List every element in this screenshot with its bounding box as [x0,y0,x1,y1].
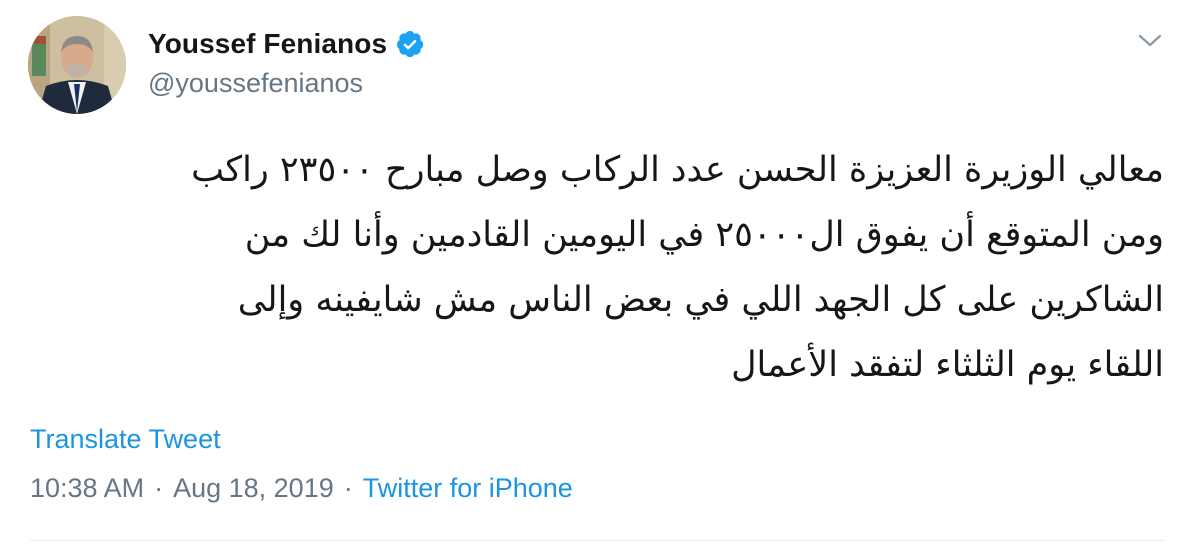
avatar-photo [28,16,126,114]
tweet-text-line: الشاكرين على كل الجهد اللي في بعض الناس … [237,280,1164,320]
divider [30,540,1164,541]
tweet-source-link[interactable]: Twitter for iPhone [363,473,573,504]
tweet-text-line: معالي الوزيرة العزيزة الحسن عدد الركاب و… [191,150,1164,190]
chevron-down-icon[interactable] [1134,28,1166,54]
tweet-metadata: 10:38 AM · Aug 18, 2019 · Twitter for iP… [30,473,573,504]
author-block: Youssef Fenianos @youssefenianos [148,26,425,99]
avatar[interactable] [28,16,126,114]
meta-separator: · [154,473,164,503]
display-name[interactable]: Youssef Fenianos [148,28,387,60]
tweet-card: Youssef Fenianos @youssefenianos معالي ا… [0,0,1204,546]
name-row: Youssef Fenianos [148,26,425,62]
meta-separator: · [343,473,353,503]
author-handle[interactable]: @youssefenianos [148,68,425,99]
tweet-text-line: اللقاء يوم الثلثاء لتفقد الأعمال [731,345,1164,385]
tweet-text: معالي الوزيرة العزيزة الحسن عدد الركاب و… [34,138,1164,398]
tweet-time[interactable]: 10:38 AM [30,473,144,504]
tweet-text-line: ومن المتوقع أن يفوق ال٢٥٠٠٠ في اليومين ا… [244,215,1164,255]
translate-tweet-link[interactable]: Translate Tweet [30,424,221,455]
tweet-date[interactable]: Aug 18, 2019 [173,473,334,504]
verified-badge-icon [395,29,425,59]
